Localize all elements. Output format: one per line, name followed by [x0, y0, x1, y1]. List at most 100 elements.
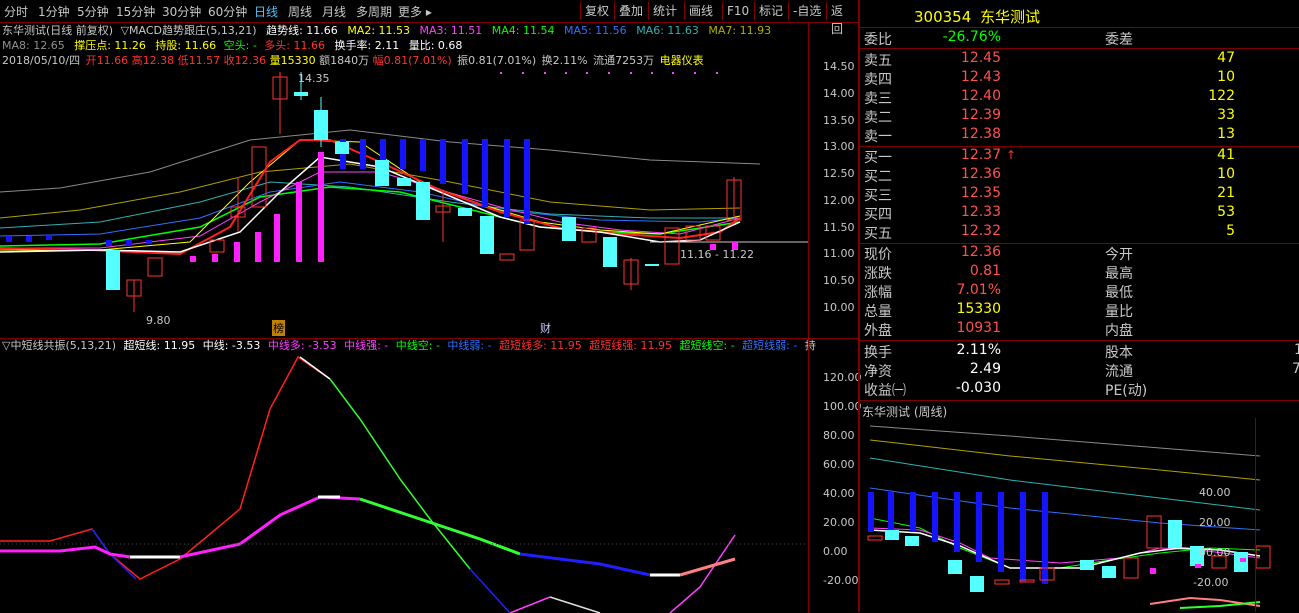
stat-label2: 内盘: [1105, 323, 1133, 339]
axis-tick: 13.50: [823, 114, 855, 127]
ask-row[interactable]: 卖四 12.43 10: [860, 69, 1299, 88]
axis-tick: 40.00: [1199, 486, 1231, 499]
super-short-line-red: [0, 355, 331, 580]
stat-label: 换手: [864, 345, 892, 361]
weekly-chart[interactable]: [860, 418, 1299, 612]
ask-row[interactable]: 卖一 12.38 13: [860, 126, 1299, 145]
stat-value: -0.030: [955, 380, 1001, 396]
weibi-row: 委比 -26.76% 委差: [860, 29, 1299, 48]
bid-vol: 41: [1217, 147, 1235, 163]
ask-label: 卖五: [864, 53, 892, 69]
mid-line-magenta: [0, 545, 131, 559]
bid-vol: 21: [1217, 185, 1235, 201]
bid-row[interactable]: 买一 12.37 ↑ 41: [860, 147, 1299, 166]
period-15min[interactable]: 15分钟: [116, 3, 155, 20]
kline-canvas[interactable]: [0, 22, 808, 338]
period-monthly[interactable]: 月线: [322, 3, 346, 20]
stat-label: 涨幅: [864, 285, 892, 301]
stats-button[interactable]: 统计: [648, 2, 681, 20]
bid-label: 买二: [864, 169, 892, 185]
ask-row[interactable]: 卖五 12.45 47: [860, 50, 1299, 69]
watchlist-button[interactable]: -自选: [788, 2, 825, 20]
bang-marker[interactable]: 榜: [272, 320, 285, 336]
bid-row[interactable]: 买三 12.35 21: [860, 185, 1299, 204]
stat-label: 总量: [864, 304, 892, 320]
stock-name[interactable]: 东华测试: [980, 8, 1040, 26]
period-fenshi[interactable]: 分时: [4, 3, 28, 20]
stat-value: 10931: [956, 320, 1001, 336]
up-arrow-icon: ↑: [1006, 148, 1017, 162]
ask-row[interactable]: 卖三 12.40 122: [860, 88, 1299, 107]
axis-tick: 13.00: [823, 140, 855, 153]
ask-vol: 13: [1217, 126, 1235, 142]
cap-tail: 1: [1294, 342, 1299, 358]
stock-code: 300354: [914, 8, 972, 26]
draw-button[interactable]: 画线: [684, 2, 717, 20]
stat-row: 现价 12.36 今开: [860, 244, 1299, 263]
stat-label: 涨跌: [864, 266, 892, 282]
ask-vol: 10: [1217, 69, 1235, 85]
mark-button[interactable]: 标记: [754, 2, 787, 20]
flow-tail: 7: [1292, 361, 1299, 377]
period-60min[interactable]: 60分钟: [208, 3, 247, 20]
period-1min[interactable]: 1分钟: [38, 3, 70, 20]
fuquan-button[interactable]: 复权: [580, 2, 613, 20]
ask-price: 12.43: [960, 69, 1001, 85]
candles: [106, 72, 742, 312]
bid-row[interactable]: 买二 12.36 10: [860, 166, 1299, 185]
super-short-line-pink: [509, 596, 551, 613]
sub-indicator-canvas[interactable]: [0, 339, 808, 613]
cai-marker[interactable]: 财: [540, 320, 551, 336]
bid-label: 买一: [864, 150, 892, 166]
mid-line-blue: [519, 552, 651, 577]
ask-vol: 122: [1208, 88, 1235, 104]
axis-tick: 20.00: [1199, 516, 1231, 529]
low-marker: 9.80: [146, 314, 171, 327]
mid-line-magenta2: [179, 495, 361, 559]
stat-value: 15330: [956, 301, 1001, 317]
period-5min[interactable]: 5分钟: [77, 3, 109, 20]
stat-value: 2.11%: [956, 342, 1001, 358]
axis-tick: 11.00: [823, 247, 855, 260]
stat-row: 净资 2.49 流通 7: [860, 361, 1299, 380]
bid-vol: 5: [1226, 223, 1235, 239]
weibi-value: -26.76%: [942, 29, 1001, 45]
stat-row: 涨幅 7.01% 最低: [860, 282, 1299, 301]
axis-tick: -20.00: [823, 574, 859, 587]
sub-indicator-panel[interactable]: ▽中短线共振(5,13,21) 超短线: 11.95 中线: -3.53 中线多…: [0, 338, 816, 613]
ma6-line: [0, 181, 740, 229]
ask-price: 12.38: [960, 126, 1001, 142]
overlay-button[interactable]: 叠加: [614, 2, 647, 20]
period-weekly[interactable]: 周线: [288, 3, 312, 20]
axis-tick: 12.00: [823, 194, 855, 207]
period-daily[interactable]: 日线: [254, 3, 278, 20]
f10-button[interactable]: F10: [722, 2, 753, 20]
bid-price: 12.37: [960, 147, 1001, 163]
stat-row: 外盘 10931 内盘: [860, 320, 1299, 339]
stat-label: 外盘: [864, 323, 892, 339]
bid-price: 12.36: [960, 166, 1001, 182]
stat-label2: 最低: [1105, 285, 1133, 301]
bid-row[interactable]: 买五 12.32 5: [860, 223, 1299, 242]
stat-value: 12.36: [960, 244, 1001, 260]
period-more[interactable]: 更多 ▸: [398, 3, 432, 20]
bid-row[interactable]: 买四 12.33 53: [860, 204, 1299, 223]
axis-tick: 12.50: [823, 167, 855, 180]
back-button[interactable]: 返回: [826, 2, 858, 36]
axis-tick: 14.50: [823, 60, 855, 73]
period-30min[interactable]: 30分钟: [162, 3, 201, 20]
stat-label2: 量比: [1105, 304, 1133, 320]
axis-tick: 10.50: [823, 274, 855, 287]
axis-tick: 00.00: [1199, 546, 1231, 559]
high-marker: 14.35: [298, 72, 330, 85]
ask-price: 12.45: [960, 50, 1001, 66]
bid-vol: 10: [1217, 166, 1235, 182]
ask-label: 卖二: [864, 110, 892, 126]
sub-axis: 120.00 100.00 80.00 60.00 40.00 20.00 0.…: [808, 338, 862, 613]
ask-row[interactable]: 卖二 12.39 33: [860, 107, 1299, 126]
main-kline-panel[interactable]: 东华测试(日线 前复权) ▽MACD趋势跟庄(5,13,21) 趋势线: 11.…: [0, 22, 808, 338]
axis-tick: 100.00: [823, 400, 862, 413]
bid-label: 买三: [864, 188, 892, 204]
stat-label2: PE(动): [1105, 383, 1148, 399]
period-multi[interactable]: 多周期: [356, 3, 392, 20]
